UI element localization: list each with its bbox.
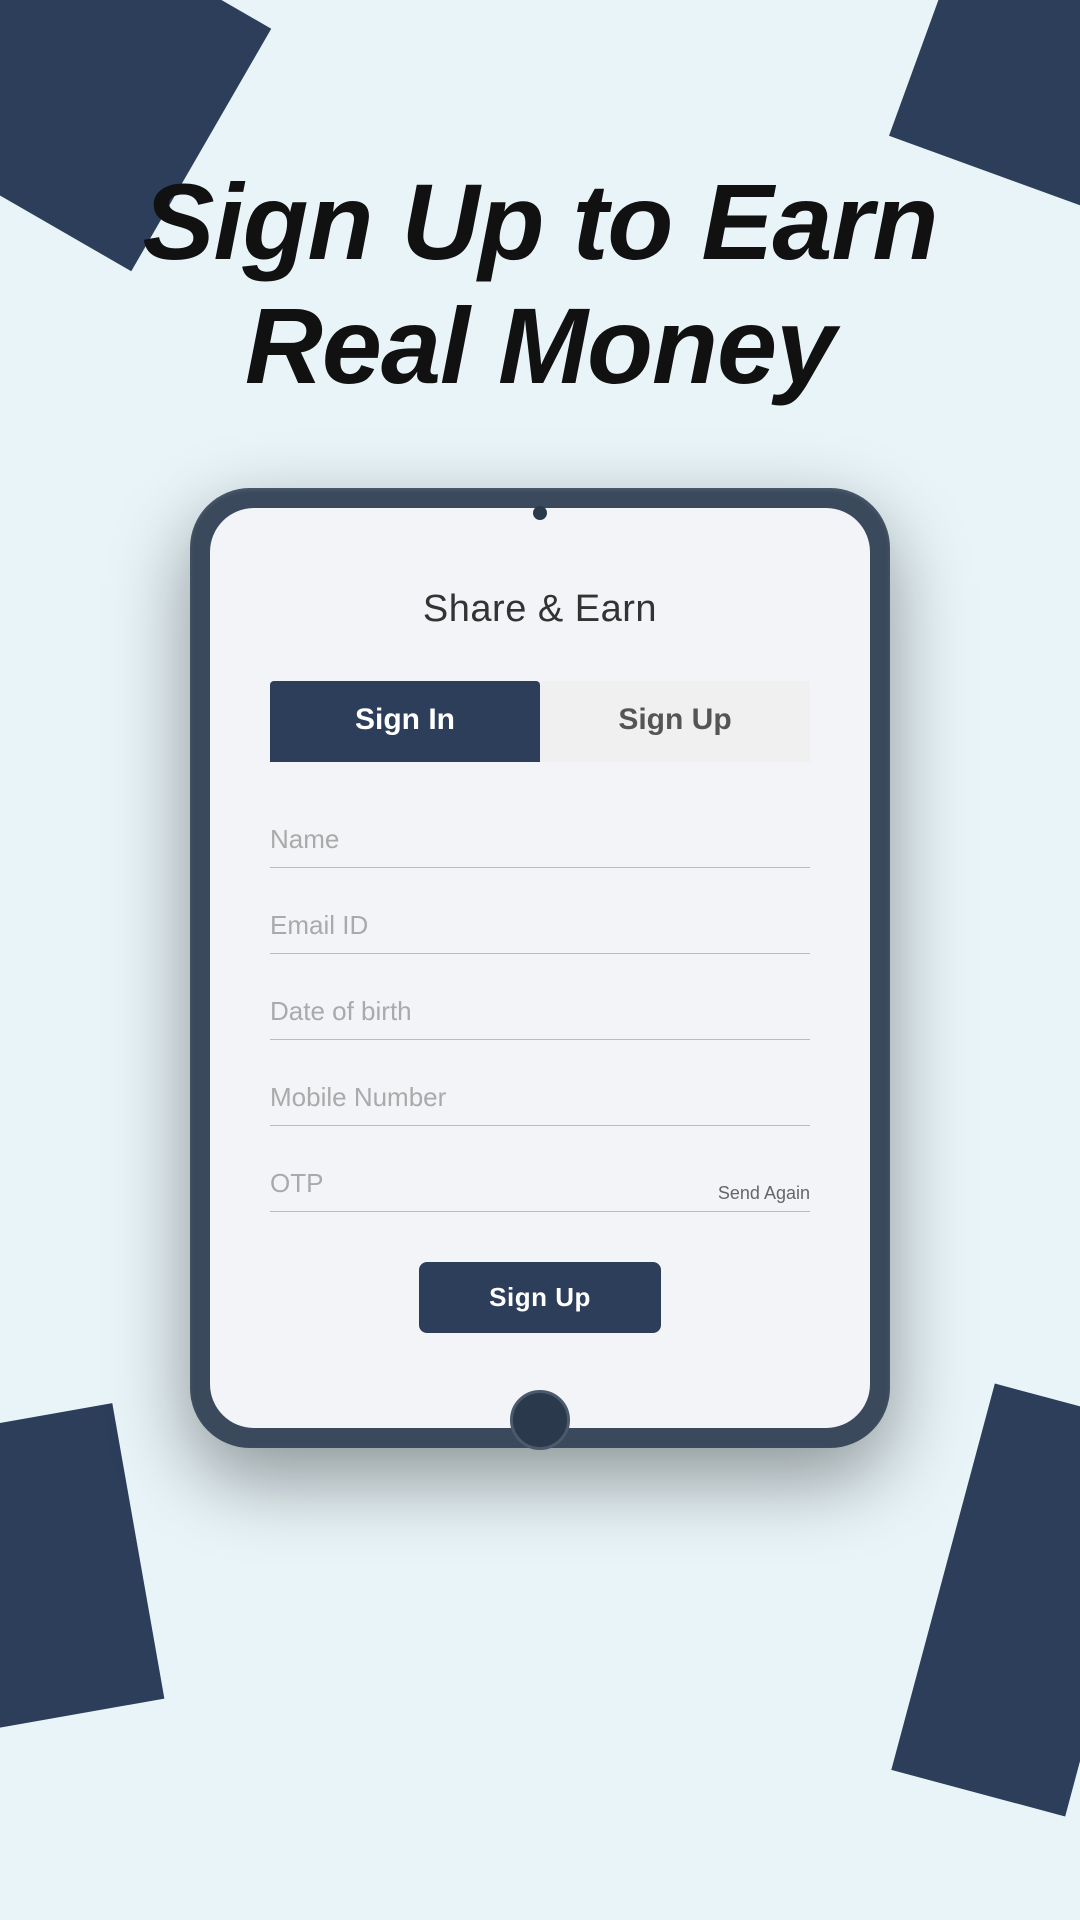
dob-field-group (270, 984, 810, 1040)
name-input[interactable] (270, 812, 810, 868)
tab-sign-in[interactable]: Sign In (270, 681, 540, 762)
app-title: Share & Earn (423, 588, 657, 631)
send-again-button[interactable]: Send Again (718, 1183, 810, 1204)
hero-title-block: Sign Up to Earn Real Money (83, 160, 998, 408)
name-field-group (270, 812, 810, 868)
tab-bar: Sign In Sign Up (270, 681, 810, 762)
otp-field-group: Send Again (270, 1156, 810, 1212)
page-content: Sign Up to Earn Real Money Share & Earn … (0, 0, 1080, 1920)
signup-button[interactable]: Sign Up (419, 1262, 661, 1333)
tablet-camera (533, 506, 547, 520)
mobile-field-group (270, 1070, 810, 1126)
dob-input[interactable] (270, 984, 810, 1040)
tablet-home-button[interactable] (510, 1390, 570, 1450)
tab-sign-up[interactable]: Sign Up (540, 681, 810, 762)
tablet-device: Share & Earn Sign In Sign Up (190, 488, 890, 1448)
email-input[interactable] (270, 898, 810, 954)
mobile-input[interactable] (270, 1070, 810, 1126)
email-field-group (270, 898, 810, 954)
tablet-screen: Share & Earn Sign In Sign Up (210, 508, 870, 1428)
hero-title: Sign Up to Earn Real Money (143, 160, 938, 408)
app-container: Share & Earn Sign In Sign Up (210, 508, 870, 1428)
tablet-body: Share & Earn Sign In Sign Up (190, 488, 890, 1448)
